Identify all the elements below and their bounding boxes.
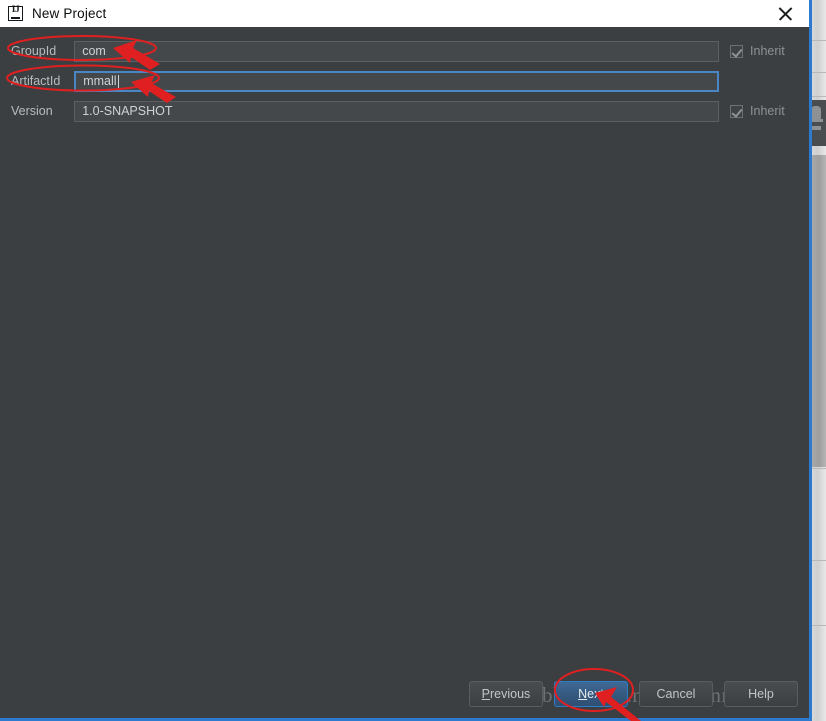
dialog-body: GroupId com Inherit ArtifactId mmall Inh… xyxy=(0,27,809,718)
new-project-dialog: New Project GroupId com Inherit Artifact… xyxy=(0,0,812,721)
dialog-button-bar: Previous Next Cancel Help xyxy=(0,681,809,707)
version-inherit-cell[interactable]: Inherit xyxy=(730,104,809,118)
cancel-button[interactable]: Cancel xyxy=(639,681,713,707)
artifactid-input[interactable]: mmall xyxy=(74,70,720,92)
groupid-inherit-label: Inherit xyxy=(750,44,785,58)
cancel-button-label: Cancel xyxy=(656,687,696,701)
next-button-label: ext xyxy=(587,687,604,701)
help-button[interactable]: Help xyxy=(724,681,798,707)
groupid-inherit-checkbox[interactable] xyxy=(730,44,744,58)
artifactid-row: ArtifactId mmall Inherit xyxy=(0,66,809,96)
help-button-label: Help xyxy=(748,687,774,701)
maven-coordinates-form: GroupId com Inherit ArtifactId mmall Inh… xyxy=(0,36,809,126)
version-label: Version xyxy=(11,104,53,118)
next-button[interactable]: Next xyxy=(554,681,628,707)
intellij-idea-icon xyxy=(8,5,23,21)
text-caret xyxy=(117,74,119,88)
artifactid-value: mmall xyxy=(83,74,117,88)
dialog-title: New Project xyxy=(32,6,107,21)
previous-button-label: revious xyxy=(490,687,531,701)
groupid-label: GroupId xyxy=(11,44,57,58)
version-value: 1.0-SNAPSHOT xyxy=(82,104,173,118)
groupid-input[interactable]: com xyxy=(74,40,720,62)
previous-button-mnemonic: P xyxy=(481,687,491,701)
groupid-value: com xyxy=(82,44,106,58)
version-row: Version 1.0-SNAPSHOT Inherit xyxy=(0,96,809,126)
groupid-row: GroupId com Inherit xyxy=(0,36,809,66)
background-scrollbar-thumb[interactable] xyxy=(812,155,826,467)
groupid-inherit-cell[interactable]: Inherit xyxy=(730,44,809,58)
version-input[interactable]: 1.0-SNAPSHOT xyxy=(74,100,720,122)
dialog-titlebar: New Project xyxy=(0,0,809,27)
version-inherit-label: Inherit xyxy=(750,104,785,118)
next-button-mnemonic: N xyxy=(578,687,588,701)
close-icon[interactable] xyxy=(776,4,795,23)
previous-button[interactable]: Previous xyxy=(469,681,543,707)
artifactid-label: ArtifactId xyxy=(11,74,61,88)
version-inherit-checkbox[interactable] xyxy=(730,104,744,118)
